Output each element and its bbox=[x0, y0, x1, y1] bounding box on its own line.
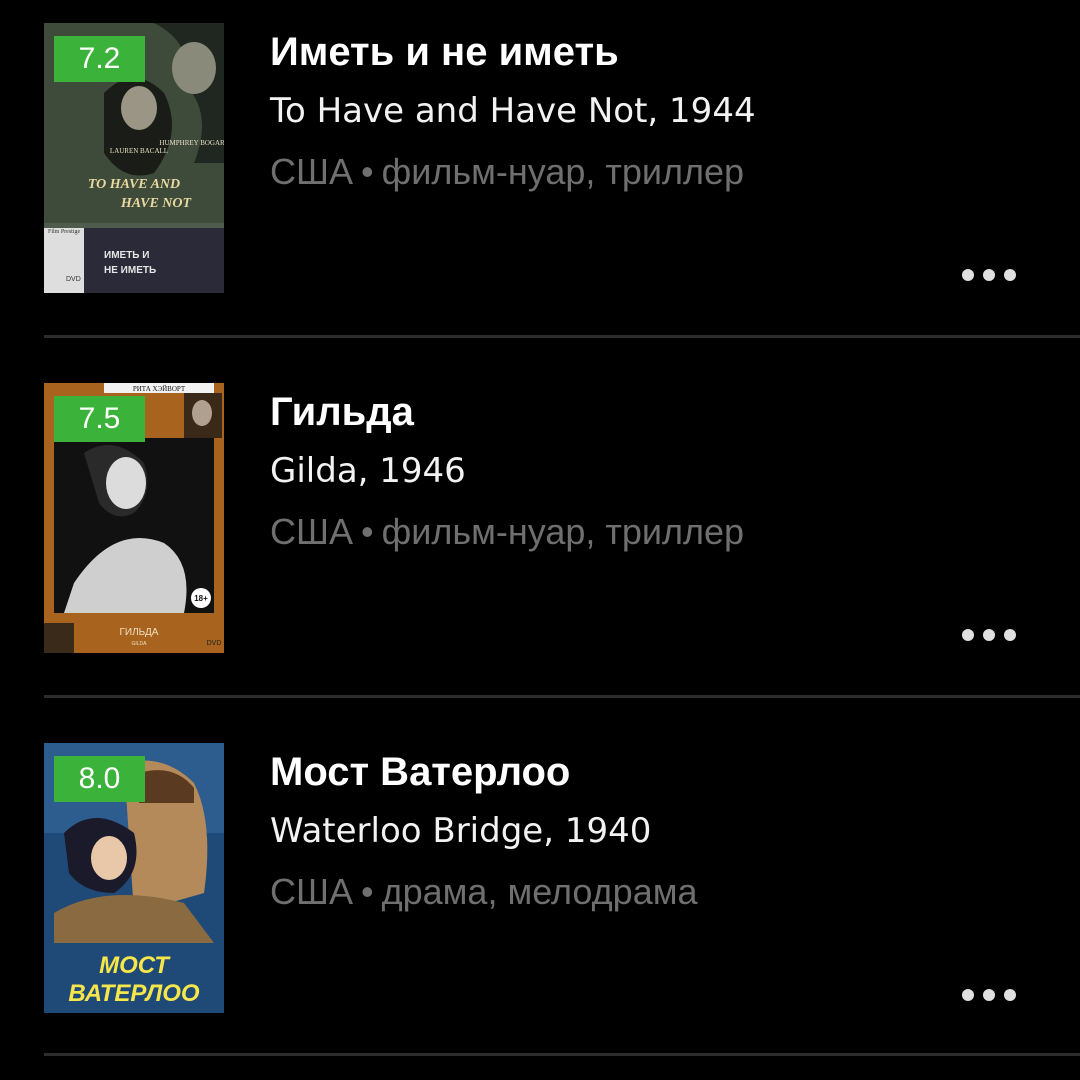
film-meta: США • драма, мелодрама bbox=[270, 868, 698, 916]
poster-title-line-2: HAVE NOT bbox=[120, 196, 193, 211]
film-country: США bbox=[270, 511, 354, 552]
meta-separator: • bbox=[361, 871, 374, 912]
poster-age-rating: 18+ bbox=[194, 594, 208, 603]
film-title[interactable]: Гильда bbox=[270, 386, 414, 438]
film-country: США bbox=[270, 151, 354, 192]
meta-separator: • bbox=[361, 511, 374, 552]
film-meta: США • фильм-нуар, триллер bbox=[270, 148, 744, 196]
poster-actor: РИТА ХЭЙВОРТ bbox=[133, 385, 186, 393]
film-title[interactable]: Мост Ватерлоо bbox=[270, 746, 570, 798]
film-meta: США • фильм-нуар, триллер bbox=[270, 508, 744, 556]
film-genres: фильм-нуар, триллер bbox=[381, 151, 745, 192]
film-original-title: To Have and Have Not, 1944 bbox=[270, 91, 756, 131]
film-list-item[interactable]: РИТА ХЭЙВОРТ 18+ ГИЛЬДА GILDA DVD 7.5 Ги… bbox=[0, 360, 1080, 720]
film-genres: драма, мелодрама bbox=[381, 871, 698, 912]
film-original-title: Waterloo Bridge, 1940 bbox=[270, 811, 652, 851]
poster-dvd-logo: DVD bbox=[66, 276, 81, 283]
poster-en-title: GILDA bbox=[131, 641, 147, 647]
poster-ru-title: ГИЛЬДА bbox=[120, 627, 159, 638]
poster-publisher: Film Prestige bbox=[48, 229, 81, 235]
film-list-item[interactable]: МОСТ ВАТЕРЛОО 8.0 Мост Ватерлоо Waterloo… bbox=[0, 720, 1080, 1080]
poster-ru-title-1: ИМЕТЬ И bbox=[104, 250, 149, 261]
poster-actor-2: LAUREN BACALL bbox=[110, 147, 168, 155]
film-original-title: Gilda, 1946 bbox=[270, 451, 466, 491]
more-dots-icon[interactable] bbox=[962, 622, 1016, 648]
film-genres: фильм-нуар, триллер bbox=[381, 511, 745, 552]
film-title[interactable]: Иметь и не иметь bbox=[270, 26, 619, 78]
film-country: США bbox=[270, 871, 354, 912]
poster-title-line-1: МОСТ bbox=[99, 952, 171, 979]
poster-dvd-logo: DVD bbox=[207, 640, 222, 647]
film-list-item[interactable]: HUMPHREY BOGART LAUREN BACALL TO HAVE AN… bbox=[0, 0, 1080, 360]
more-dots-icon[interactable] bbox=[962, 982, 1016, 1008]
film-list: HUMPHREY BOGART LAUREN BACALL TO HAVE AN… bbox=[0, 0, 1080, 1062]
poster-actor-1: HUMPHREY BOGART bbox=[159, 139, 224, 147]
rating-badge: 7.5 bbox=[54, 396, 145, 442]
film-poster[interactable]: МОСТ ВАТЕРЛОО 8.0 bbox=[44, 743, 224, 1013]
film-poster[interactable]: РИТА ХЭЙВОРТ 18+ ГИЛЬДА GILDA DVD 7.5 bbox=[44, 383, 224, 653]
poster-title-line-2: ВАТЕРЛОО bbox=[68, 980, 200, 1007]
divider bbox=[44, 695, 1080, 698]
divider bbox=[44, 1053, 1080, 1056]
meta-separator: • bbox=[361, 151, 374, 192]
poster-ru-title-2: НЕ ИМЕТЬ bbox=[104, 265, 156, 276]
rating-badge: 8.0 bbox=[54, 756, 145, 802]
rating-badge: 7.2 bbox=[54, 36, 145, 82]
divider bbox=[44, 335, 1080, 338]
more-dots-icon[interactable] bbox=[962, 262, 1016, 288]
poster-title-line-1: TO HAVE AND bbox=[88, 177, 180, 192]
film-poster[interactable]: HUMPHREY BOGART LAUREN BACALL TO HAVE AN… bbox=[44, 23, 224, 293]
